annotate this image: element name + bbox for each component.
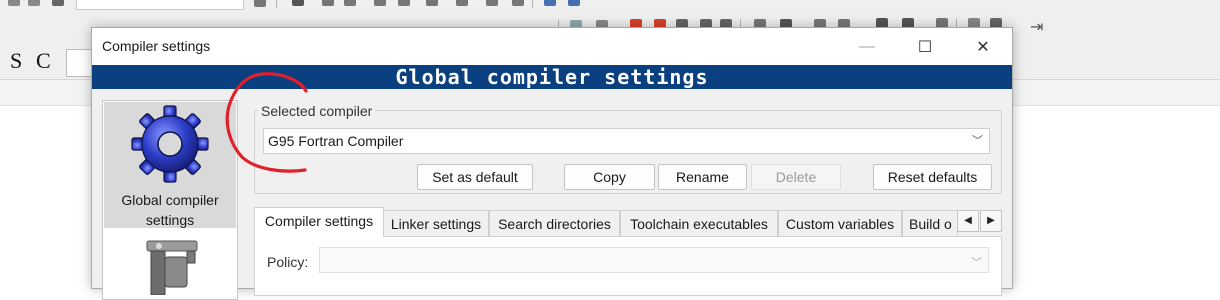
- toolbar-separator: [276, 0, 277, 8]
- sidebar-item-label: Global compiler settings: [121, 192, 219, 228]
- toolbar-letter-s[interactable]: S: [10, 48, 22, 74]
- tab-scroll-left-button[interactable]: ◀: [957, 210, 979, 232]
- policy-label: Policy:: [267, 254, 309, 270]
- tab-search-directories[interactable]: Search directories: [489, 210, 620, 237]
- chevron-left-icon: ◀: [964, 215, 972, 226]
- toolbar-icon[interactable]: [254, 0, 266, 7]
- toolbar-icon[interactable]: [486, 0, 498, 6]
- toolbar-input[interactable]: [66, 49, 92, 77]
- maximize-icon: ☐: [917, 38, 933, 56]
- caliper-tool-icon[interactable]: [133, 235, 209, 296]
- toolbar-icon[interactable]: [544, 0, 556, 6]
- toolbar-letter-c[interactable]: C: [36, 48, 51, 74]
- compiler-select-value: G95 Fortran Compiler: [268, 133, 404, 149]
- gear-icon: [130, 104, 210, 184]
- step-out-icon[interactable]: ⇥: [1030, 17, 1043, 37]
- tab-toolchain-executables[interactable]: Toolchain executables: [620, 210, 778, 237]
- set-as-default-button[interactable]: Set as default: [417, 164, 533, 190]
- dialog-titlebar: Compiler settings — ☐ ✕: [92, 28, 1012, 65]
- tab-build-options[interactable]: Build o: [902, 210, 958, 237]
- settings-sidebar: Global compiler settings: [102, 100, 238, 300]
- play-icon[interactable]: [292, 0, 304, 6]
- compiler-select[interactable]: G95 Fortran Compiler ﹀: [263, 128, 990, 154]
- toolbar-icon[interactable]: [512, 0, 524, 6]
- copy-button[interactable]: Copy: [564, 164, 655, 190]
- toolbar-icon[interactable]: [344, 0, 356, 6]
- toolbar-icon[interactable]: [374, 0, 386, 6]
- tab-custom-variables[interactable]: Custom variables: [778, 210, 902, 237]
- tab-linker-settings[interactable]: Linker settings: [383, 210, 489, 237]
- policy-select[interactable]: ﹀: [319, 247, 989, 273]
- toolbar-icon[interactable]: [28, 0, 40, 6]
- toolbar-icon[interactable]: [426, 0, 438, 6]
- delete-button[interactable]: Delete: [751, 164, 841, 190]
- dialog-title: Compiler settings: [102, 38, 211, 54]
- toolbar-icon[interactable]: [8, 0, 20, 6]
- minimize-button[interactable]: —: [838, 28, 896, 65]
- toolbar-icon[interactable]: [322, 0, 334, 6]
- toolbar-icon[interactable]: [456, 0, 468, 6]
- chevron-right-icon: ▶: [987, 215, 995, 226]
- toolbar-separator: [532, 0, 533, 8]
- compiler-settings-dialog: Compiler settings — ☐ ✕ Global compiler …: [91, 27, 1013, 300]
- chevron-down-icon: ﹀: [972, 135, 983, 147]
- tab-compiler-settings[interactable]: Compiler settings: [254, 207, 384, 237]
- toolbar-icon[interactable]: [568, 0, 580, 6]
- reset-defaults-button[interactable]: Reset defaults: [873, 164, 992, 190]
- sidebar-item-global-compiler-settings[interactable]: Global compiler settings: [104, 102, 236, 228]
- close-button[interactable]: ✕: [954, 28, 1012, 65]
- selected-compiler-label: Selected compiler: [258, 103, 376, 119]
- dialog-banner: Global compiler settings: [92, 65, 1012, 89]
- toolbar-icon[interactable]: [398, 0, 410, 6]
- toolbar-target-combo[interactable]: [76, 0, 244, 10]
- rename-button[interactable]: Rename: [658, 164, 747, 190]
- toolbar-icon[interactable]: [52, 0, 64, 6]
- tab-scroll-right-button[interactable]: ▶: [980, 210, 1002, 232]
- chevron-down-icon: ﹀: [971, 257, 982, 269]
- close-icon: ✕: [976, 38, 990, 56]
- minimize-icon: —: [859, 37, 875, 55]
- maximize-button[interactable]: ☐: [896, 28, 954, 65]
- ide-toolbar-top: [0, 0, 1220, 14]
